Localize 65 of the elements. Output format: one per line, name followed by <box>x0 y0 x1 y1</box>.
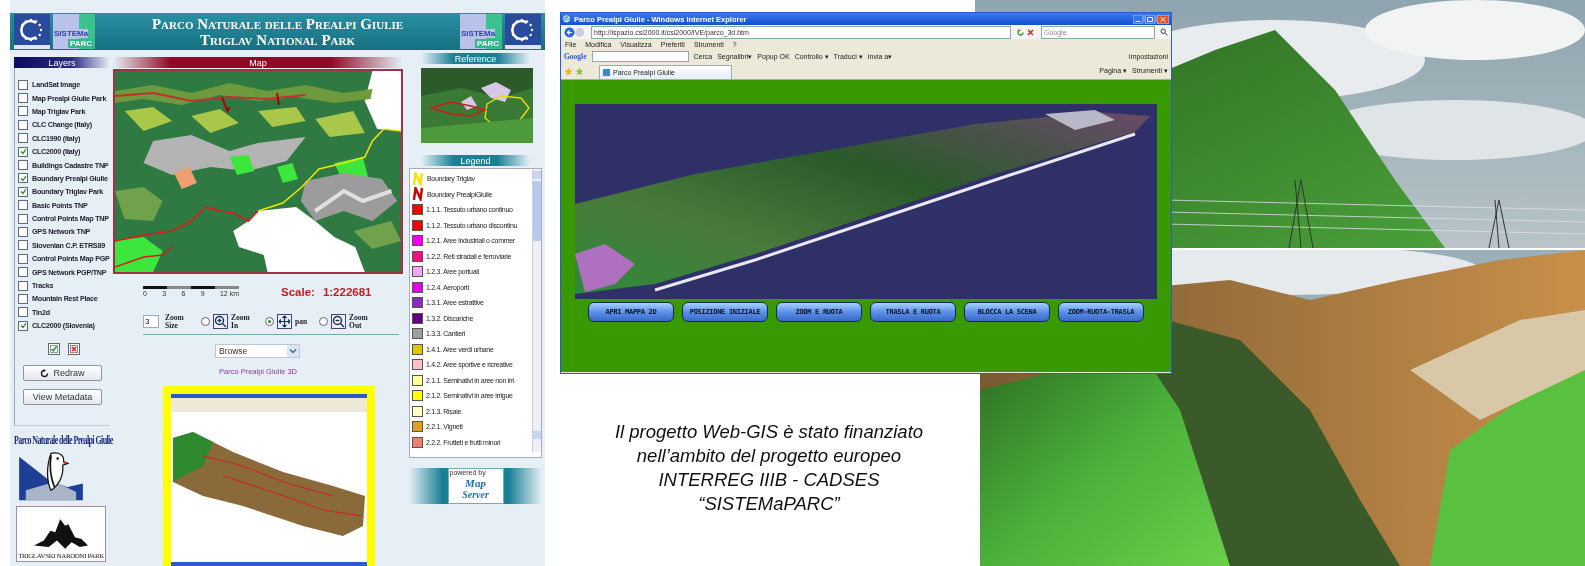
logo-text: Server <box>462 489 489 501</box>
layer-checkbox[interactable] <box>18 186 28 197</box>
layer-checkbox[interactable] <box>18 106 28 117</box>
boundary-line-icon <box>412 187 424 202</box>
back-forward-icon[interactable] <box>564 26 586 38</box>
bird-logo-drawing <box>16 450 86 503</box>
legend-header: Legend <box>421 155 530 166</box>
layer-checkbox[interactable] <box>18 240 28 251</box>
page-icon <box>603 69 610 76</box>
layer-checkbox[interactable] <box>18 227 28 237</box>
layer-checkbox[interactable] <box>18 93 28 104</box>
uncheck-all-icon[interactable] <box>68 343 80 356</box>
magnifier-plus-icon <box>213 314 228 329</box>
layer-checkbox[interactable] <box>18 267 28 278</box>
refresh-icon <box>40 368 50 378</box>
reference-header: Reference <box>421 53 530 64</box>
layer-checkbox[interactable] <box>18 173 28 184</box>
layer-checkbox[interactable] <box>18 160 28 171</box>
logo-text: Map <box>465 477 486 489</box>
check-all-icon[interactable] <box>48 343 60 356</box>
scale-value: 1:222681 <box>322 286 372 298</box>
layer-checkbox[interactable] <box>18 293 28 304</box>
move-arrows-icon <box>277 314 292 329</box>
magnifier-minus-icon <box>331 314 347 329</box>
search-icon[interactable] <box>1160 28 1168 36</box>
logo-text: PARC <box>474 39 501 48</box>
view-metadata-button[interactable]: View Metadata <box>23 389 102 406</box>
caret-icon <box>287 345 299 357</box>
tool-radio[interactable] <box>201 317 210 326</box>
terrain-3d-view-drawing[interactable] <box>575 104 1157 299</box>
layer-checkbox[interactable] <box>18 200 28 211</box>
scale-label: Scale: <box>281 286 315 298</box>
layer-checkbox[interactable] <box>18 146 28 157</box>
mode-dropdown[interactable]: Browse <box>215 344 300 358</box>
boundary-line-icon <box>412 171 424 186</box>
layer-checkbox[interactable] <box>18 280 28 291</box>
tool-radio[interactable] <box>319 317 329 326</box>
redraw-button[interactable]: Redraw <box>23 365 102 382</box>
layer-checkbox[interactable] <box>18 133 28 144</box>
map-header: Map <box>113 57 403 68</box>
layer-checkbox[interactable] <box>18 307 28 318</box>
layer-checkbox[interactable] <box>18 213 28 224</box>
layer-checkbox[interactable] <box>18 119 28 130</box>
land-cover-map-drawing[interactable] <box>113 69 403 274</box>
layer-checkbox[interactable] <box>18 320 28 331</box>
zoom-size-field[interactable]: 3 <box>143 315 159 328</box>
scrollbar[interactable] <box>532 169 541 452</box>
layer-checkbox[interactable] <box>18 253 28 264</box>
refresh-stop-icon[interactable] <box>1016 27 1036 37</box>
eu-emblem-logo <box>505 14 541 49</box>
reference-map-drawing[interactable] <box>421 68 533 143</box>
layers-header: Layers <box>14 57 110 68</box>
tool-radio[interactable] <box>265 317 274 326</box>
site-title: Triglav National Park <box>199 31 356 48</box>
site-title: Parco Naturale delle Prealpi Giulie <box>151 15 404 32</box>
browser-screenshot-thumbnail[interactable] <box>163 386 375 566</box>
caption-text: Il progetto Web-GIS è stato finanziato nell’ambito del progetto europeo INTERREG IIIB - CADSES “SISTEMaPARC” <box>613 420 925 516</box>
logo-text: PARC <box>67 39 94 48</box>
window-controls-icon[interactable] <box>1133 14 1169 24</box>
favorites-star-icon[interactable] <box>564 66 584 76</box>
layer-checkbox[interactable] <box>18 79 28 90</box>
park-logo-title: Parco Naturale delle Prealpi Giulie <box>14 434 113 448</box>
eu-emblem-logo <box>14 14 50 49</box>
browser-logo-icon <box>563 15 571 23</box>
toolbar-search-field[interactable] <box>591 51 689 62</box>
